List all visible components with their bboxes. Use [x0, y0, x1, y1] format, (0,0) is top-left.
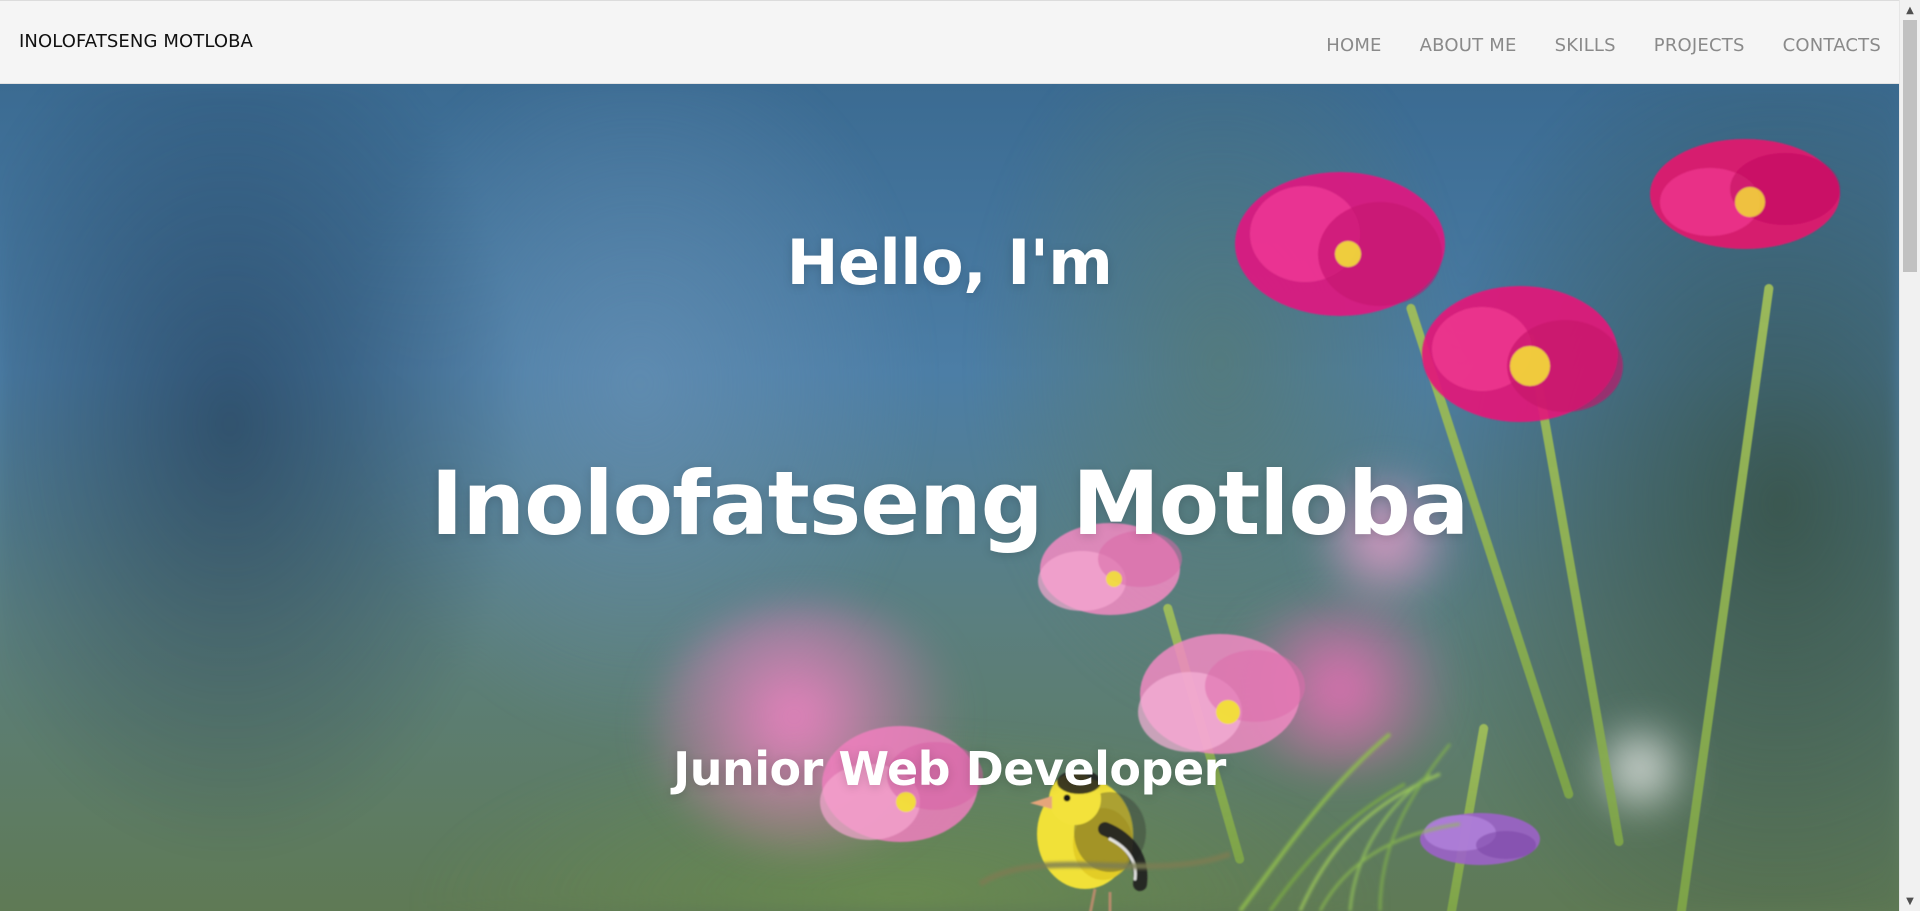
vertical-scrollbar[interactable]: ▲ ▼ [1899, 0, 1920, 911]
hero-section: Hello, I'm Inolofatseng Motloba Junior W… [0, 84, 1899, 911]
nav-item-skills[interactable]: SKILLS [1555, 35, 1616, 56]
goldfinch-bird [1030, 770, 1148, 911]
navbar: INOLOFATSENG MOTLOBA HOME ABOUT ME SKILL… [0, 0, 1899, 84]
site-brand[interactable]: INOLOFATSENG MOTLOBA [19, 31, 253, 52]
flower-illustration [820, 139, 1840, 911]
scroll-down-button[interactable]: ▼ [1900, 891, 1920, 911]
main-nav: HOME ABOUT ME SKILLS PROJECTS CONTACTS [1326, 35, 1881, 56]
magenta-flower [1235, 172, 1445, 316]
pink-flower [820, 726, 983, 842]
page: INOLOFATSENG MOTLOBA HOME ABOUT ME SKILL… [0, 0, 1920, 911]
grass [1238, 732, 1461, 911]
pink-flower [1138, 634, 1305, 754]
magenta-flower [1422, 286, 1623, 422]
purple-flower [1420, 813, 1540, 865]
triangle-down-icon: ▼ [1906, 895, 1914, 907]
nav-item-contacts[interactable]: CONTACTS [1783, 35, 1881, 56]
nav-item-home[interactable]: HOME [1326, 35, 1381, 56]
nav-item-about-me[interactable]: ABOUT ME [1420, 35, 1517, 56]
scroll-up-button[interactable]: ▲ [1900, 0, 1920, 20]
scroll-thumb[interactable] [1903, 20, 1917, 272]
magenta-flower [1650, 139, 1840, 249]
nav-item-projects[interactable]: PROJECTS [1654, 35, 1745, 56]
triangle-up-icon: ▲ [1906, 4, 1914, 16]
pink-flower [1038, 523, 1182, 615]
